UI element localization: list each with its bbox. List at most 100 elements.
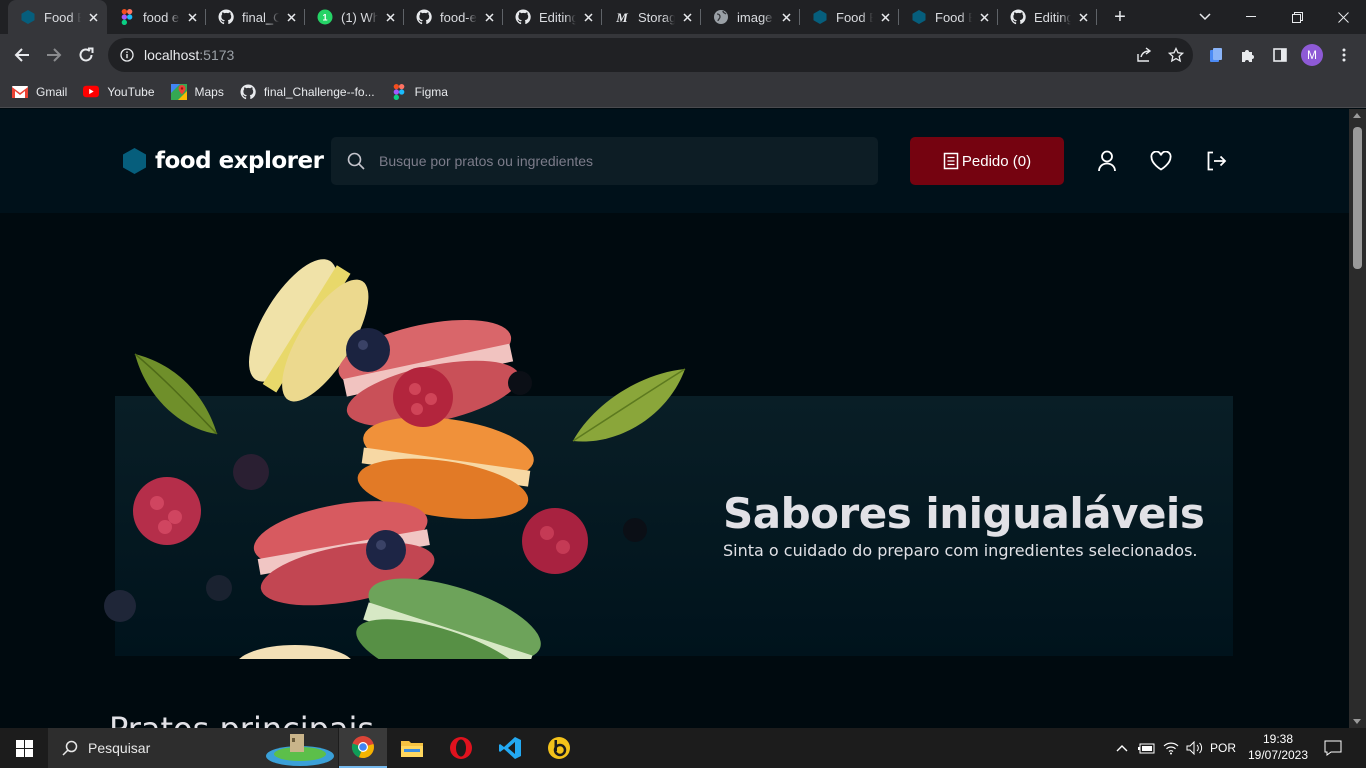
bookmark-label: Gmail [36, 84, 68, 99]
browser-tab[interactable]: Food Explorer [8, 0, 107, 34]
browser-tab[interactable]: image [701, 0, 800, 34]
gmail-icon [12, 84, 28, 100]
figma-icon [391, 83, 407, 100]
reload-icon [79, 47, 94, 62]
tray-battery[interactable] [1136, 728, 1158, 768]
logout-button[interactable] [1204, 149, 1228, 173]
close-tab-icon[interactable] [976, 9, 992, 25]
tab-title: Editing [539, 9, 576, 25]
restore-icon [1291, 11, 1303, 23]
side-panel-icon [1273, 48, 1287, 62]
close-tab-icon[interactable] [679, 9, 695, 25]
close-tab-icon[interactable] [877, 9, 893, 25]
battery-icon [1138, 743, 1155, 754]
browser-tab[interactable]: food explorer [107, 0, 206, 34]
close-tab-icon[interactable] [184, 9, 200, 25]
minimize-button[interactable] [1228, 0, 1274, 34]
browser-tab[interactable]: food-explorer [404, 0, 503, 34]
browser-tab[interactable]: final_Challenge [206, 0, 305, 34]
scrollbar-thumb[interactable] [1353, 127, 1362, 269]
extension-button[interactable] [1200, 39, 1232, 71]
app-b-icon [548, 737, 570, 759]
restore-button[interactable] [1274, 0, 1320, 34]
search-input[interactable] [379, 153, 859, 169]
scroll-up-arrow[interactable] [1353, 113, 1361, 118]
tab-title: Editing [1034, 9, 1071, 25]
browser-tab[interactable]: Food Explorer [800, 0, 899, 34]
kebab-menu-icon [1342, 48, 1346, 62]
taskbar-bitwarden-app[interactable] [535, 728, 583, 768]
opera-icon [450, 737, 472, 759]
close-tab-icon[interactable] [85, 9, 101, 25]
browser-tab[interactable]: Food Explorer [899, 0, 998, 34]
bookmark-item[interactable]: YouTube [83, 84, 155, 100]
close-tab-icon[interactable] [481, 9, 497, 25]
order-button[interactable]: Pedido (0) [910, 137, 1064, 185]
notification-icon [1324, 740, 1342, 756]
share-button[interactable] [1128, 39, 1160, 71]
github-icon [416, 9, 432, 25]
github-icon [1010, 9, 1026, 25]
tab-title: final_Challenge [242, 9, 279, 25]
bookmarks-bar: Gmail YouTube Maps final_Challenge--fo... Fi… [0, 76, 1366, 108]
browser-tab[interactable]: Editing [998, 0, 1097, 34]
taskbar-vscode[interactable] [486, 728, 534, 768]
tray-network[interactable] [1160, 728, 1182, 768]
clock-time: 19:38 [1262, 732, 1294, 746]
close-tab-icon[interactable] [778, 9, 794, 25]
notifications-button[interactable] [1318, 728, 1348, 768]
close-window-button[interactable] [1320, 0, 1366, 34]
bookmark-star-button[interactable] [1160, 39, 1192, 71]
favorites-button[interactable] [1149, 149, 1173, 173]
bookmark-item[interactable]: final_Challenge--fo... [240, 83, 375, 100]
minimize-icon [1246, 16, 1256, 17]
scroll-down-arrow[interactable] [1353, 719, 1361, 724]
avatar: M [1301, 44, 1323, 66]
bookmark-item[interactable]: Gmail [12, 84, 67, 100]
dish-search[interactable] [331, 137, 878, 185]
side-panel-button[interactable] [1264, 39, 1296, 71]
close-tab-icon[interactable] [283, 9, 299, 25]
page-scrollbar[interactable] [1349, 109, 1366, 728]
address-bar[interactable]: localhost:5173 [108, 38, 1193, 72]
bookmark-item[interactable]: Maps [170, 83, 224, 100]
browser-menu-button[interactable] [1328, 39, 1360, 71]
browser-tab[interactable]: 1 (1) WhatsApp [305, 0, 404, 34]
food-explorer-hex-icon [911, 9, 927, 25]
sign-out-icon [1207, 151, 1227, 171]
youtube-icon [83, 84, 100, 100]
taskbar-clock[interactable]: 19:38 19/07/2023 [1240, 731, 1316, 763]
tray-language[interactable]: POR [1208, 728, 1238, 768]
profile-nav-button[interactable] [1095, 149, 1119, 173]
puzzle-icon [1242, 50, 1254, 62]
taskbar-file-explorer[interactable] [388, 728, 436, 768]
start-button[interactable] [0, 728, 48, 768]
close-tab-icon[interactable] [580, 9, 596, 25]
bookmark-item[interactable]: Figma [391, 83, 448, 100]
browser-tab[interactable]: M Storage [602, 0, 701, 34]
tab-search-button[interactable] [1182, 0, 1228, 34]
close-tab-icon[interactable] [382, 9, 398, 25]
new-tab-button[interactable]: + [1105, 2, 1135, 32]
extensions-button[interactable] [1232, 39, 1264, 71]
taskbar-opera[interactable] [437, 728, 485, 768]
close-tab-icon[interactable] [1075, 9, 1091, 25]
profile-button[interactable]: M [1296, 39, 1328, 71]
brand-logo[interactable]: food explorer [122, 147, 324, 175]
browser-tab[interactable]: Editing [503, 0, 602, 34]
url-port: :5173 [199, 47, 235, 63]
brand-name: food explorer [155, 148, 324, 174]
reload-button[interactable] [70, 39, 102, 71]
banner-title: Sabores inigualáveis [723, 489, 1205, 538]
arrow-left-icon [14, 48, 29, 62]
taskbar-chrome[interactable] [339, 728, 387, 768]
taskbar-search[interactable]: Pesquisar [48, 728, 338, 768]
close-icon [1337, 11, 1349, 23]
tray-volume[interactable] [1184, 728, 1206, 768]
tray-overflow-button[interactable] [1112, 728, 1132, 768]
whatsapp-icon: 1 [317, 9, 333, 25]
extension-doc-icon [1210, 48, 1222, 62]
order-button-label: Pedido (0) [961, 152, 1032, 170]
back-button[interactable] [6, 39, 38, 71]
forward-button[interactable] [38, 39, 70, 71]
